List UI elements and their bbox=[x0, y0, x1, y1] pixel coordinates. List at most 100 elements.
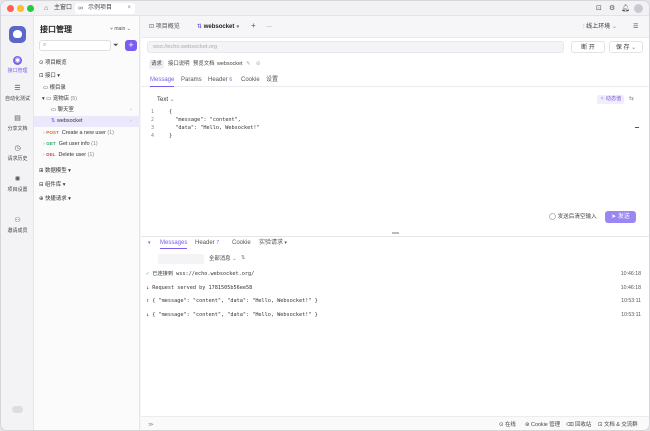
meta-api-name: websocket bbox=[215, 60, 244, 69]
cloud-icon bbox=[12, 406, 23, 413]
add-tab-button[interactable]: + bbox=[251, 22, 256, 30]
sidebar-item-folder-petshop[interactable]: ▾ ▭ 宠物店 (5) bbox=[34, 94, 140, 105]
link-icon[interactable]: ⊘ bbox=[254, 60, 263, 69]
sidebar-item-components[interactable]: ⊟ 组件库 ▾ bbox=[34, 180, 140, 191]
sort-icon[interactable]: ⇅ bbox=[241, 255, 246, 261]
menu-icon[interactable]: ☰ bbox=[633, 23, 638, 30]
tab-response-header[interactable]: Header 7 bbox=[195, 239, 219, 248]
chevron-down-icon: ⌄ bbox=[629, 45, 636, 51]
sidebar-item-websocket[interactable]: ⇅ websocket › bbox=[34, 116, 140, 127]
sidebar-item-get-user[interactable]: › GETGet user info (1) bbox=[34, 138, 140, 149]
branch-selector[interactable]: ⑂ main ⌄ bbox=[110, 26, 131, 32]
window-tab-main[interactable]: ⌂ 主窗口 bbox=[41, 3, 73, 14]
message-row[interactable]: ↑ { "message": "content", "data": "Hello… bbox=[146, 296, 644, 306]
sidebar-item-api[interactable]: ⊡ 接口 ▾ bbox=[34, 71, 140, 82]
sidebar-item-quick-requests[interactable]: ⊕ 快捷请求 ▾ bbox=[34, 194, 140, 205]
message-filter-select[interactable]: 全部消息 ⌄ bbox=[209, 255, 237, 263]
format-code-icon[interactable]: ⇆ bbox=[629, 95, 634, 102]
code-line: "message": "content", bbox=[169, 116, 241, 124]
chevron-down-icon: ⌄ bbox=[610, 24, 617, 30]
close-window-button[interactable] bbox=[7, 5, 14, 12]
code-line: "data": "Hello, Websocket!" bbox=[169, 124, 260, 132]
meta-request[interactable]: 请求 bbox=[149, 60, 164, 69]
add-button[interactable]: + bbox=[125, 40, 137, 51]
filter-icon[interactable]: ⏷ bbox=[113, 42, 119, 50]
tab-response-cookie[interactable]: Cookie bbox=[232, 239, 251, 248]
sidebar-item-delete-user[interactable]: › DELDelete user (1) bbox=[34, 149, 140, 160]
main-tabs: ⊡ 项目概览 ⇅ websocket ● + ··· ⫶ 线上环境 ⌄ ☰ bbox=[141, 16, 650, 38]
send-icon: ➤ bbox=[611, 214, 618, 220]
more-icon[interactable]: › bbox=[130, 105, 132, 116]
format-select[interactable]: Text ⌄ bbox=[157, 96, 175, 103]
tab-experimental[interactable]: 实验请求 ▾ bbox=[259, 239, 287, 248]
sidebar-item-data-models[interactable]: ⊞ 数据模型 ▾ bbox=[34, 166, 140, 177]
gear-icon[interactable]: ⚙ bbox=[609, 4, 615, 13]
tab-message[interactable]: Message bbox=[150, 76, 174, 87]
send-button[interactable]: ➤ 发送 bbox=[605, 211, 636, 223]
sidebar-item-chatroom[interactable]: ▭ 聊天室 › bbox=[34, 105, 140, 116]
sidebar-item-overview[interactable]: ⊙ 项目概览 bbox=[34, 58, 140, 69]
status-bar: ≫ ⊙ 在线 ⊛ Cookie 管理 ⌫ 回收站 ⊡ 文档 & 交流群 bbox=[141, 416, 650, 431]
chevron-down-icon: ⌄ bbox=[168, 97, 175, 103]
tab-overview[interactable]: ⊡ 项目概览 bbox=[149, 23, 180, 31]
url-input[interactable]: wss://echo.websocket.org bbox=[147, 41, 564, 53]
tab-header[interactable]: Header 6 bbox=[208, 76, 232, 85]
dynamic-value-button[interactable]: ✧ 动态值 bbox=[597, 95, 624, 104]
box-icon[interactable]: ⊡ bbox=[596, 4, 602, 13]
chevron-down-icon: ⌄ bbox=[125, 26, 131, 32]
meta-api-doc[interactable]: 接口说明 bbox=[166, 60, 192, 69]
tab-settings[interactable]: 设置 bbox=[266, 76, 278, 85]
nav-item-settings[interactable]: ✺ 项目设置 bbox=[1, 175, 34, 193]
nav-item-auto-test[interactable]: ☰ 自动化测试 bbox=[1, 84, 34, 102]
tab-params[interactable]: Params bbox=[181, 76, 202, 85]
sidebar: 接口管理 ⑂ main ⌄ ⌕ ⏷ + ⊙ 项目概览 ⊡ 接口 ▾ ▭ 根目录 … bbox=[34, 16, 140, 431]
online-status[interactable]: ⊙ 在线 bbox=[499, 421, 516, 429]
recycle-bin-button[interactable]: ⌫ 回收站 bbox=[566, 421, 591, 429]
message-row[interactable]: ✓ 已连接到 wss://echo.websocket.org/ 10:46:1… bbox=[146, 269, 644, 279]
edit-icon[interactable]: ✎ bbox=[244, 60, 253, 69]
more-icon[interactable]: › bbox=[130, 116, 132, 127]
nav-item-share-doc[interactable]: ▤ 分享文档 bbox=[1, 114, 34, 132]
chevron-down-icon: ▾ bbox=[67, 196, 71, 202]
clear-after-send-toggle[interactable]: 发送后清空输入 bbox=[549, 213, 597, 222]
invite-icon: ⚇ bbox=[13, 216, 22, 225]
sidebar-item-create-user[interactable]: › POSTCreate a new user (1) bbox=[34, 127, 140, 138]
close-tab-icon[interactable]: × bbox=[127, 3, 131, 14]
title-bar: ⌂ 主窗口 ∞ 示例项目 × ⊡ ⚙ 🔔︎ bbox=[1, 1, 650, 16]
close-tab-icon[interactable]: ● bbox=[234, 24, 239, 30]
message-row[interactable]: ↓ Request served by 1781505b56ee58 10:46… bbox=[146, 283, 644, 293]
cookie-manager-button[interactable]: ⊛ Cookie 管理 bbox=[525, 421, 560, 429]
expand-panel-icon[interactable]: ≫ bbox=[148, 421, 154, 429]
folder-icon: ▭ bbox=[43, 85, 50, 91]
more-tabs-button[interactable]: ··· bbox=[266, 23, 272, 31]
message-editor[interactable]: Text ⌄ ✧ 动态值 ⇆ 1 2 3 4 { "message": "con… bbox=[141, 91, 650, 223]
resize-handle-icon[interactable] bbox=[392, 232, 399, 234]
meta-preview-doc[interactable]: 预览文档 bbox=[191, 60, 217, 69]
nav-item-invite[interactable]: ⚇ 邀请成员 bbox=[1, 216, 34, 234]
nav-item-history[interactable]: ◷ 请求历史 bbox=[1, 144, 34, 162]
maximize-window-button[interactable] bbox=[27, 5, 34, 12]
docs-community-button[interactable]: ⊡ 文档 & 交流群 bbox=[598, 421, 638, 429]
disconnect-button[interactable]: 断 开 bbox=[571, 41, 605, 53]
save-button[interactable]: 保 存 ⌄ bbox=[609, 41, 643, 53]
nav-item-api-management[interactable]: ◉ 接口管理 bbox=[1, 56, 34, 74]
tab-messages[interactable]: Messages bbox=[160, 239, 187, 249]
message-row[interactable]: ↓ { "message": "content", "data": "Hello… bbox=[146, 310, 644, 320]
bell-icon[interactable]: 🔔︎ bbox=[621, 4, 630, 13]
left-nav: ◉ 接口管理 ☰ 自动化测试 ▤ 分享文档 ◷ 请求历史 ✺ 项目设置 ⚇ 邀请… bbox=[1, 16, 34, 431]
tab-cookie[interactable]: Cookie bbox=[241, 76, 260, 85]
folder-icon: ▭ bbox=[51, 107, 58, 113]
chevron-down-icon: ▾ bbox=[61, 182, 65, 188]
chevron-down-icon: ▾ bbox=[283, 240, 287, 246]
sidebar-item-root[interactable]: ▭ 根目录 bbox=[34, 83, 140, 94]
history-icon: ◷ bbox=[13, 144, 22, 153]
avatar[interactable] bbox=[634, 4, 643, 13]
sidebar-search-input[interactable]: ⌕ bbox=[39, 40, 111, 51]
minimize-window-button[interactable] bbox=[17, 5, 24, 12]
collapse-icon[interactable]: ▾ bbox=[148, 240, 151, 246]
message-search-input[interactable] bbox=[158, 254, 204, 264]
tab-websocket[interactable]: ⇅ websocket ● bbox=[197, 23, 240, 31]
chevron-down-icon: ⌄ bbox=[231, 256, 237, 262]
request-subtabs: Message Params Header 6 Cookie 设置 bbox=[141, 74, 650, 87]
window-tab-project[interactable]: ∞ 示例项目 × bbox=[75, 3, 135, 14]
